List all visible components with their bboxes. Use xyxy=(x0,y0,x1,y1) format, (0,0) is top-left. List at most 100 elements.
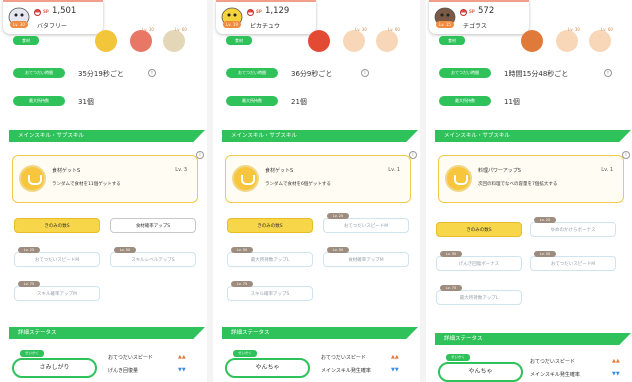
skills-section-header: メインスキル・サブスキル xyxy=(435,130,631,142)
nature-stat-label: おてつだいスピード xyxy=(530,359,575,365)
pokemon-panel: SP 1,501 Lv. 30 バタフリー 食材 Lv. 30 Lv. 60 おてつだい時間 3… xyxy=(0,0,207,382)
info-icon[interactable]: i xyxy=(196,151,204,159)
help-time-value: 36分9秒ごと xyxy=(291,70,333,78)
info-icon[interactable]: i xyxy=(361,69,369,77)
level-badge: Lv. 15 xyxy=(436,21,454,28)
subskill-button[interactable]: スキル確率アップM xyxy=(14,286,100,301)
sp-value: 1,129 xyxy=(265,6,290,16)
ingredient-icon xyxy=(308,30,330,52)
nature-stat-label: メインスキル発生確率 xyxy=(530,372,580,378)
main-skill-level: Lv. 1 xyxy=(601,167,613,173)
pot-icon xyxy=(232,165,259,192)
main-skill-name: 食材ゲットS xyxy=(265,168,294,174)
subskill-button[interactable]: おてつだいスピードM xyxy=(14,252,100,267)
pokeball-icon xyxy=(247,9,254,16)
main-skill-level: Lv. 3 xyxy=(175,167,187,173)
pokeball-icon xyxy=(34,9,41,16)
subskill-button[interactable]: 最大所持数アップL xyxy=(227,252,313,267)
sp-value: 572 xyxy=(478,6,495,16)
up-arrow-icon: ▲▲ xyxy=(178,354,186,360)
help-time-label: おてつだい時間 xyxy=(439,68,491,78)
subskill-button[interactable]: スキル確率アップS xyxy=(227,286,313,301)
ingredient-level: Lv. 30 xyxy=(142,27,154,32)
subskill-level-tag: Lv. 50 xyxy=(327,247,349,253)
pokemon-header-card[interactable]: SP 1,129 Lv. 19 ピカチュウ xyxy=(216,0,316,34)
nature-tag: せいかく xyxy=(446,354,470,361)
pot-icon xyxy=(445,165,472,192)
subskill-button[interactable]: きのみの数S xyxy=(227,218,313,233)
ingredient-icon xyxy=(521,30,543,52)
subskill-button[interactable]: きのみの数S xyxy=(436,222,522,237)
main-skill-name: 料理パワーアップS xyxy=(478,168,521,174)
skills-section-header: メインスキル・サブスキル xyxy=(222,130,418,142)
ingredient-level: Lv. 60 xyxy=(601,27,613,32)
nature-tag: せいかく xyxy=(233,350,257,357)
subskill-button[interactable]: おてつだいスピードM xyxy=(323,218,409,233)
nature-value[interactable]: やんちゃ xyxy=(438,362,523,382)
ingredient-level: Lv. 30 xyxy=(355,27,367,32)
max-carry-value: 31個 xyxy=(78,98,94,106)
ingredient-icon xyxy=(163,30,185,52)
subskill-button[interactable]: スキルレベルアップS xyxy=(110,252,196,267)
sp-value: 1,501 xyxy=(52,6,77,16)
food-label: 食材 xyxy=(439,36,465,45)
main-skill-card[interactable]: 食材ゲットS Lv. 3 ランダムで食材を11個ゲットする xyxy=(12,155,198,203)
down-arrow-icon: ▼▼ xyxy=(178,367,186,373)
pot-icon xyxy=(19,165,46,192)
nature-value[interactable]: さみしがり xyxy=(12,358,97,378)
main-skill-card[interactable]: 食材ゲットS Lv. 1 ランダムで食材を6個ゲットする xyxy=(225,155,411,203)
max-carry-value: 11個 xyxy=(504,98,520,106)
food-label: 食材 xyxy=(226,36,252,45)
nature-value[interactable]: やんちゃ xyxy=(225,358,310,378)
info-icon[interactable]: i xyxy=(622,151,630,159)
food-label: 食材 xyxy=(13,36,39,45)
max-carry-label: 最大所持数 xyxy=(226,96,278,106)
subskill-button[interactable]: きのみの数S xyxy=(14,218,100,233)
up-arrow-icon: ▲▲ xyxy=(612,358,620,364)
subskill-button[interactable]: 食材確率アップM xyxy=(323,252,409,267)
ingredient-level: Lv. 60 xyxy=(388,27,400,32)
help-time-value: 35分19秒ごと xyxy=(78,70,124,78)
subskill-button[interactable]: 食材確率アップS xyxy=(110,218,196,233)
detail-section-header: 詳細ステータス xyxy=(222,327,418,339)
info-icon[interactable]: i xyxy=(604,69,612,77)
subskill-button[interactable]: ゆめのかけらボーナス xyxy=(530,222,616,237)
help-time-label: おてつだい時間 xyxy=(13,68,65,78)
subskill-level-tag: Lv. 50 xyxy=(440,251,462,257)
down-arrow-icon: ▼▼ xyxy=(391,367,399,373)
main-skill-level: Lv. 1 xyxy=(388,167,400,173)
info-icon[interactable]: i xyxy=(148,69,156,77)
subskill-button[interactable]: おてつだいスピードM xyxy=(530,256,616,271)
ingredient-icon xyxy=(556,30,578,52)
subskill-button[interactable]: げんき回復ボーナス xyxy=(436,256,522,271)
down-arrow-icon: ▼▼ xyxy=(612,371,620,377)
subskill-button[interactable]: 最大所持数アップL xyxy=(436,290,522,305)
subskill-level-tag: Lv. 25 xyxy=(327,213,349,219)
nature-stat-label: げんき回復量 xyxy=(108,368,139,374)
level-badge: Lv. 30 xyxy=(10,21,28,28)
pokemon-header-card[interactable]: SP 1,501 Lv. 30 バタフリー xyxy=(3,0,103,34)
ingredient-level: Lv. 30 xyxy=(568,27,580,32)
nature-stat-label: メインスキル発生確率 xyxy=(321,368,371,374)
pokemon-name: バタフリー xyxy=(37,23,68,30)
nature-tag: せいかく xyxy=(20,350,44,357)
skills-section-header: メインスキル・サブスキル xyxy=(9,130,205,142)
pokemon-name: ピカチュウ xyxy=(250,23,281,30)
sp-label: SP xyxy=(256,9,262,14)
main-skill-name: 食材ゲットS xyxy=(52,168,81,174)
ingredient-level: Lv. 60 xyxy=(175,27,187,32)
subskill-level-tag: Lv. 50 xyxy=(534,251,556,257)
help-time-label: おてつだい時間 xyxy=(226,68,278,78)
max-carry-label: 最大所持数 xyxy=(13,96,65,106)
main-skill-description: ランダムで食材を6個ゲットする xyxy=(265,182,331,187)
subskill-level-tag: Lv. 75 xyxy=(18,281,40,287)
main-skill-description: ランダムで食材を11個ゲットする xyxy=(52,182,121,187)
main-skill-description: 次回の料理でなべの容量を7個拡大する xyxy=(478,182,558,187)
pokemon-header-card[interactable]: SP 572 Lv. 15 チゴラス xyxy=(429,0,529,34)
info-icon[interactable]: i xyxy=(409,151,417,159)
subskill-level-tag: Lv. 25 xyxy=(18,247,40,253)
main-skill-card[interactable]: 料理パワーアップS Lv. 1 次回の料理でなべの容量を7個拡大する xyxy=(438,155,624,203)
subskill-level-tag: Lv. 50 xyxy=(114,247,136,253)
subskill-level-tag: Lv. 75 xyxy=(231,281,253,287)
ingredient-icon xyxy=(376,30,398,52)
